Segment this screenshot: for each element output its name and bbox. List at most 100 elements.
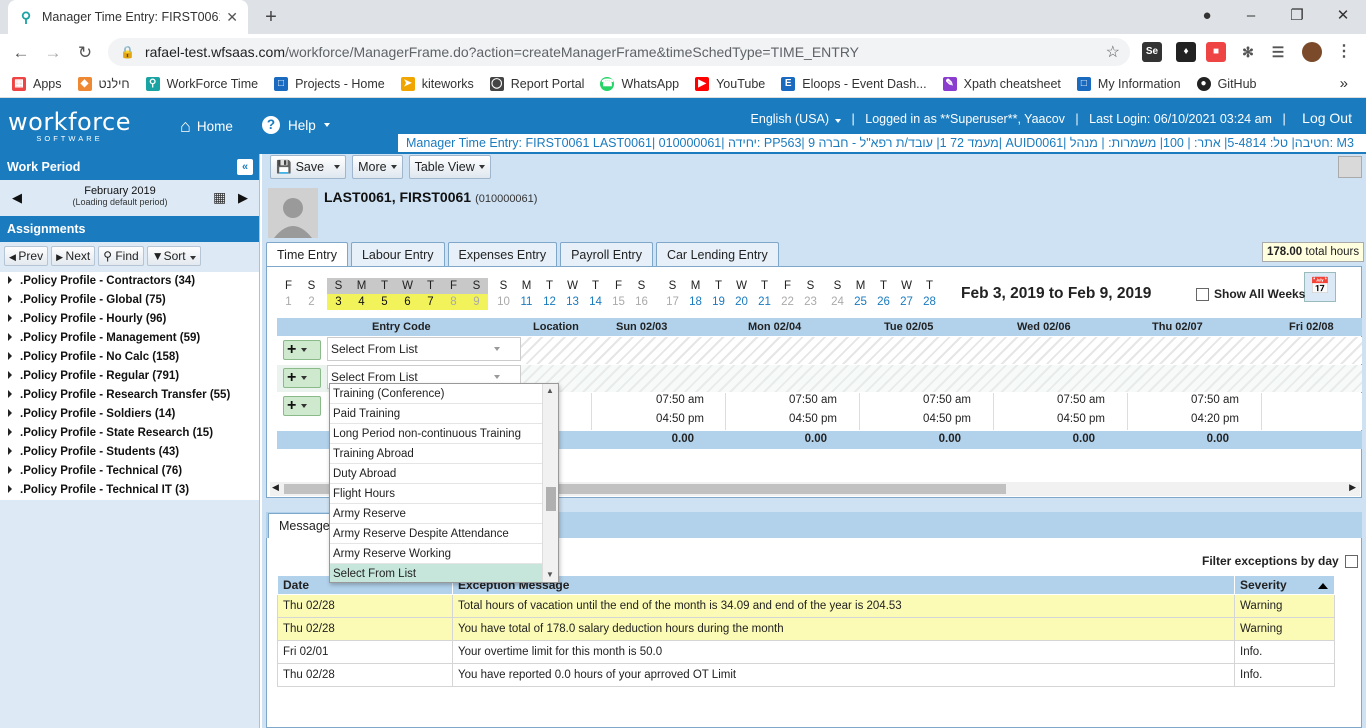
assignment-item[interactable]: .Policy Profile - Global (75) xyxy=(0,291,259,310)
bookmark-star-icon[interactable]: ☆ xyxy=(1106,42,1120,62)
assignment-item[interactable]: .Policy Profile - Technical (76) xyxy=(0,462,259,481)
selenium-extension-icon[interactable]: Se xyxy=(1142,42,1162,62)
tab-payroll-entry[interactable]: Payroll Entry xyxy=(560,242,653,267)
table-view-button[interactable]: Table View xyxy=(408,155,491,179)
dropdown-option[interactable]: Army Reserve Despite Attendance xyxy=(330,524,543,544)
bookmark-apps[interactable]: ▦ Apps xyxy=(12,76,62,91)
calendar-day[interactable]: W 20 xyxy=(730,278,753,310)
expand-arrow-icon[interactable] xyxy=(8,333,12,341)
calendar-day[interactable]: T 14 xyxy=(584,278,607,310)
forward-icon[interactable]: → xyxy=(40,40,66,66)
bookmark-eloops[interactable]: E Eloops - Event Dash... xyxy=(781,76,927,91)
expand-arrow-icon[interactable] xyxy=(8,466,12,474)
dropdown-option[interactable]: Select From List xyxy=(330,564,543,582)
expand-arrow-icon[interactable] xyxy=(8,447,12,455)
time-in-cell[interactable]: 07:50 am xyxy=(737,394,837,406)
calendar-day[interactable]: S3 xyxy=(327,278,350,310)
assignment-item[interactable]: .Policy Profile - Regular (791) xyxy=(0,367,259,386)
time-in-cell[interactable]: 07:50 am xyxy=(1005,394,1105,406)
add-row-button[interactable]: + xyxy=(283,396,321,416)
expand-arrow-icon[interactable] xyxy=(8,390,12,398)
calendar-week[interactable]: S 10 M 11 T 12 W 13 T 14 F 15 S 16 xyxy=(492,278,653,310)
calendar-day[interactable]: W6 xyxy=(396,278,419,310)
calendar-day[interactable]: T 12 xyxy=(538,278,561,310)
more-button[interactable]: More xyxy=(352,155,403,179)
home-button[interactable]: ⌂ Home xyxy=(180,116,233,137)
calendar-day[interactable]: S9 xyxy=(465,278,488,310)
dropdown-option[interactable]: Duty Abroad xyxy=(330,464,543,484)
time-out-cell[interactable]: 04:50 pm xyxy=(1005,413,1105,425)
tab-car-lending-entry[interactable]: Car Lending Entry xyxy=(655,242,779,267)
calendar-day[interactable]: S 17 xyxy=(661,278,684,310)
workforce-logo[interactable]: workforce SOFTWARE xyxy=(8,108,131,143)
bookmark-my-information[interactable]: □ My Information xyxy=(1076,76,1181,91)
calendar-day[interactable]: F 22 xyxy=(776,278,799,310)
help-button[interactable]: ? Help xyxy=(262,116,330,134)
bookmark-kiteworks[interactable]: ➤ kiteworks xyxy=(400,76,474,91)
entry-code-select[interactable]: Select From List xyxy=(327,337,521,361)
calendar-day[interactable]: S 10 xyxy=(492,278,515,310)
calendar-day[interactable]: S 23 xyxy=(799,278,822,310)
calendar-day[interactable]: T 19 xyxy=(707,278,730,310)
previous-period-icon[interactable]: ◀ xyxy=(12,190,22,206)
dropdown-option[interactable]: Long Period non-continuous Training xyxy=(330,424,543,444)
scroll-right-icon[interactable]: ▶ xyxy=(1349,482,1356,493)
calendar-week[interactable]: S 24 M 25 T 26 W 27 T 28 xyxy=(826,278,941,310)
col-wed[interactable]: Wed 02/06 xyxy=(1017,321,1071,333)
assignment-item[interactable]: .Policy Profile - Management (59) xyxy=(0,329,259,348)
calendar-day[interactable]: W 13 xyxy=(561,278,584,310)
assignment-item[interactable]: .Policy Profile - Technical IT (3) xyxy=(0,481,259,500)
col-severity[interactable]: Severity xyxy=(1234,575,1335,595)
col-fri[interactable]: Fri 02/08 xyxy=(1289,321,1334,333)
calendar-day[interactable]: F8 xyxy=(442,278,465,310)
expand-arrow-icon[interactable] xyxy=(8,352,12,360)
col-entry-code[interactable]: Entry Code xyxy=(372,321,431,333)
add-row-button[interactable]: + xyxy=(283,340,321,360)
time-out-cell[interactable]: 04:50 pm xyxy=(737,413,837,425)
user-profile-icon[interactable] xyxy=(1338,156,1362,178)
dropdown-option[interactable]: Paid Training xyxy=(330,404,543,424)
calendar-day[interactable]: M 11 xyxy=(515,278,538,310)
bookmark-report-portal[interactable]: ◯ Report Portal xyxy=(489,76,584,91)
bookmark-workforce-time[interactable]: ⚲ WorkForce Time xyxy=(145,76,258,91)
new-tab-button[interactable]: + xyxy=(258,4,284,30)
browser-tab[interactable]: ⚲ Manager Time Entry: FIRST0061 L ✕ xyxy=(8,0,248,34)
color-extension-icon[interactable]: ■ xyxy=(1206,42,1226,62)
exception-row[interactable]: Thu 02/28 You have total of 178.0 salary … xyxy=(277,617,1335,641)
calendar-day[interactable]: F 15 xyxy=(607,278,630,310)
calendar-week[interactable]: S3M4T5W6T7F8S9 xyxy=(327,278,488,310)
col-exception-message[interactable]: Exception Message xyxy=(452,575,1235,595)
find-button[interactable]: ⚲ Find xyxy=(98,246,144,266)
calendar-week[interactable]: F1S2 xyxy=(277,278,323,310)
bookmark-xpath[interactable]: ✎ Xpath cheatsheet xyxy=(942,76,1061,91)
profile-avatar[interactable] xyxy=(1302,42,1322,62)
close-window-button[interactable]: ✕ xyxy=(1320,0,1366,32)
add-row-button[interactable]: + xyxy=(283,368,321,388)
col-mon[interactable]: Mon 02/04 xyxy=(748,321,801,333)
puzzle-extensions-icon[interactable]: ✻ xyxy=(1238,42,1258,62)
time-in-cell[interactable]: 07:50 am xyxy=(871,394,971,406)
assignment-item[interactable]: .Policy Profile - No Calc (158) xyxy=(0,348,259,367)
bookmark-youtube[interactable]: ▶ YouTube xyxy=(695,76,765,91)
dropdown-option[interactable]: Training Abroad xyxy=(330,444,543,464)
tab-expenses-entry[interactable]: Expenses Entry xyxy=(447,242,558,267)
dropdown-option[interactable]: Army Reserve xyxy=(330,504,543,524)
scroll-up-icon[interactable]: ▲ xyxy=(546,386,554,395)
expand-arrow-icon[interactable] xyxy=(8,428,12,436)
calendar-week[interactable]: S 17 M 18 T 19 W 20 T 21 F 22 S 23 xyxy=(661,278,822,310)
expand-arrow-icon[interactable] xyxy=(8,276,12,284)
filter-exceptions[interactable]: Filter exceptions by day xyxy=(1202,554,1358,568)
bookmark-whatsapp[interactable]: ☎ WhatsApp xyxy=(600,76,679,91)
close-tab-icon[interactable]: ✕ xyxy=(226,9,238,26)
time-in-cell[interactable]: 07:50 am xyxy=(1139,394,1239,406)
browser-menu-icon[interactable]: ⋮ xyxy=(1334,42,1354,62)
dropdown-option[interactable]: Training (Conference) xyxy=(330,384,543,404)
scroll-down-icon[interactable]: ▼ xyxy=(546,570,554,579)
show-all-weeks[interactable]: Show All Weeks xyxy=(1196,287,1305,301)
expand-arrow-icon[interactable] xyxy=(8,314,12,322)
calendar-day[interactable]: T 26 xyxy=(872,278,895,310)
calendar-day[interactable]: S2 xyxy=(300,278,323,310)
col-sun[interactable]: Sun 02/03 xyxy=(616,321,667,333)
calendar-day[interactable]: F1 xyxy=(277,278,300,310)
prev-button[interactable]: ◀ Prev xyxy=(4,246,49,266)
